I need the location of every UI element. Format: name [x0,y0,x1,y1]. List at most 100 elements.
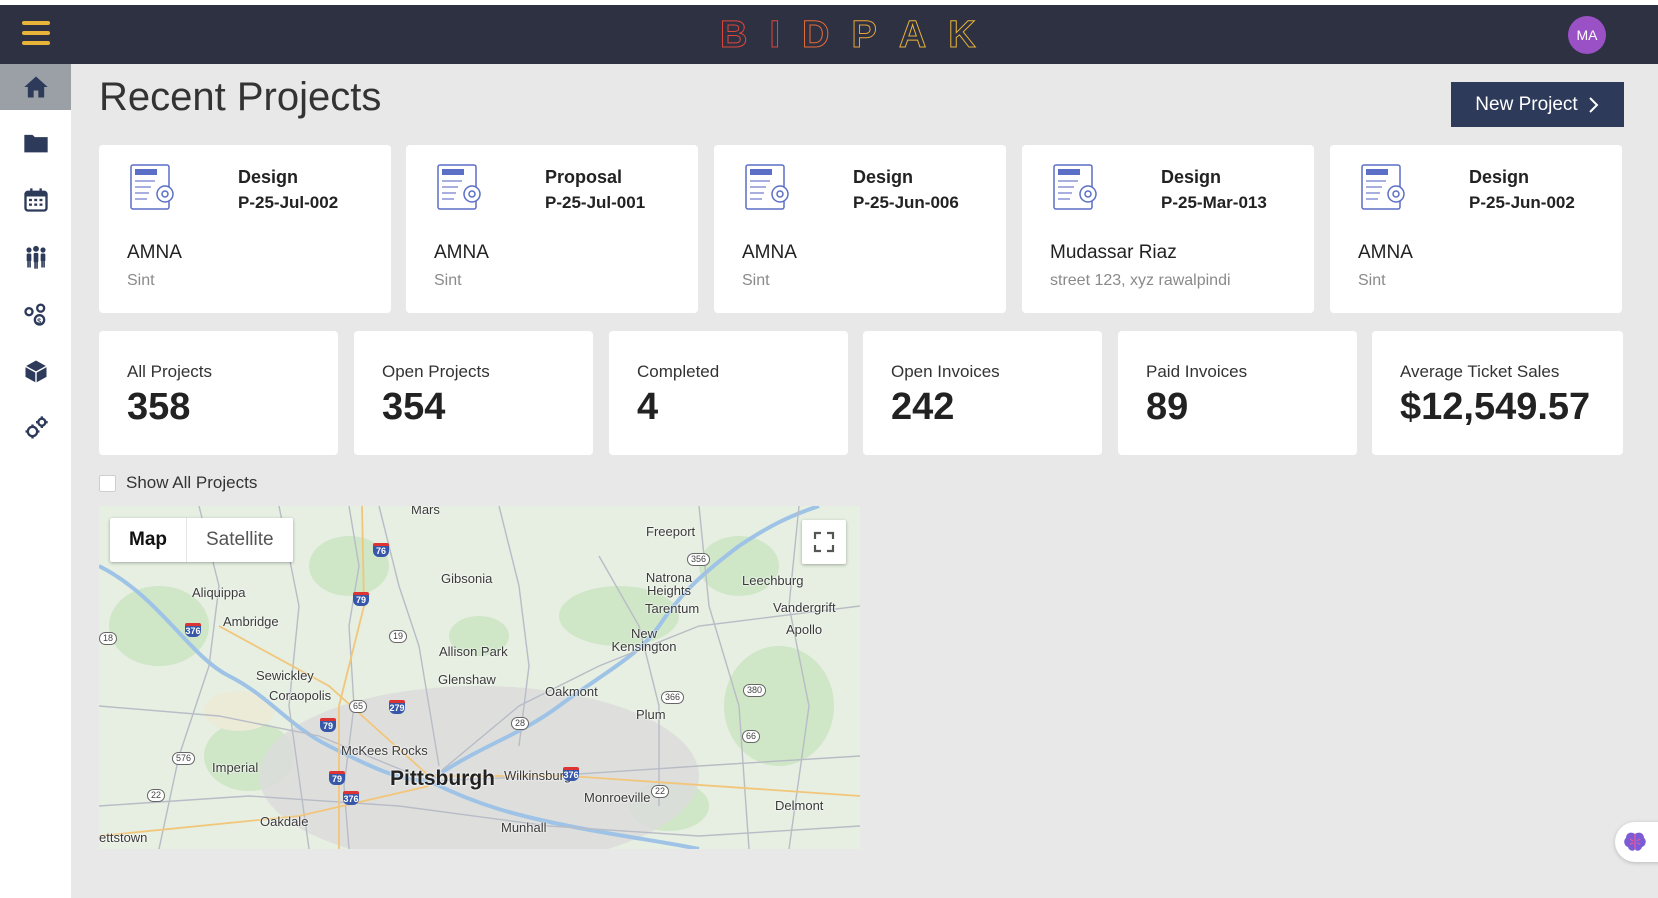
project-card[interactable]: Design P-25-Jun-006 AMNA Sint [714,145,1006,313]
money-cog-icon: $ [23,303,45,326]
project-code: P-25-Jun-006 [853,193,959,212]
route-marker: 356 [687,553,711,566]
new-project-button[interactable]: New Project [1451,82,1624,127]
logo-letter: A [898,13,927,56]
route-shield: 279 [389,700,405,714]
project-address: Sint [1358,272,1386,289]
map-place-label: Plum [636,707,666,722]
map-type-map[interactable]: Map [110,518,186,562]
map-place-label: Natrona Heights [645,570,693,598]
stat-card-open-projects[interactable]: Open Projects 354 [354,331,593,455]
map-place-label: Aliquippa [192,585,246,600]
projects-map[interactable]: Mars Freeport Gibsonia Aliquippa Natrona… [99,506,860,849]
calendar-icon [23,188,48,212]
sidebar-item-settings[interactable] [0,405,71,451]
stat-card-completed[interactable]: Completed 4 [609,331,848,455]
map-place-label: Coraopolis [269,688,332,703]
map-place-label: Mars [411,506,440,517]
map-place-label: Apollo [786,622,823,637]
logo-letter: K [948,13,976,56]
project-code: P-25-Jun-002 [1469,193,1575,212]
project-code: P-25-Jul-001 [545,193,646,212]
logo-letter: P [851,13,877,56]
stat-label: Open Projects [382,362,490,381]
map-type-satellite[interactable]: Satellite [186,518,293,562]
project-client: AMNA [127,242,182,263]
sidebar-item-home[interactable] [0,64,71,110]
page-title: Recent Projects [99,75,382,119]
map-place-label: New Kensington [611,626,677,654]
project-address: Sint [127,272,155,289]
stat-label: Completed [637,362,720,381]
route-marker: 65 [349,700,368,713]
project-document-icon [1053,164,1097,210]
stat-label: Average Ticket Sales [1400,362,1560,381]
project-client: AMNA [1358,242,1413,263]
route-shield: 79 [353,592,369,606]
hamburger-icon[interactable] [22,21,54,47]
map-place-label: Monroeville [584,790,651,805]
brand-logo[interactable]: B I D P A K [719,13,976,57]
project-address: street 123, xyz rawalpindi [1050,272,1231,289]
sidebar-item-projects[interactable] [0,120,71,166]
map-place-label: McKees Rocks [341,743,428,758]
stat-card-all-projects[interactable]: All Projects 358 [99,331,338,455]
route-shield: 79 [329,771,345,785]
route-marker: 28 [511,717,530,730]
sidebar-item-calendar[interactable] [0,177,71,223]
sidebar-item-finance[interactable]: $ [0,291,71,337]
logo-letter: I [769,13,781,56]
gears-icon [25,416,48,439]
route-marker: 380 [743,684,767,697]
project-type: Design [1469,167,1530,187]
project-card[interactable]: Design P-25-Mar-013 Mudassar Riaz street… [1022,145,1314,313]
user-avatar[interactable]: MA [1568,16,1606,54]
route-marker: 66 [742,730,761,743]
map-place-label: Glenshaw [438,672,496,687]
map-place-label: Wilkinsburg [504,768,572,783]
route-shield: 376 [343,791,359,805]
stat-card-average-ticket-sales[interactable]: Average Ticket Sales $12,549.57 [1372,331,1623,455]
project-address: Sint [742,272,770,289]
stat-label: All Projects [127,362,213,381]
assistant-launcher[interactable] [1615,822,1658,862]
route-marker: 22 [147,789,166,802]
project-document-icon [130,164,174,210]
app-frame: B I D P A K MA $ Recent Projects New Pro… [0,5,1658,898]
sidebar-item-team[interactable] [0,234,71,280]
map-place-label: Vandergrift [773,600,836,615]
project-code: P-25-Mar-013 [1161,193,1267,212]
fullscreen-button[interactable] [802,520,846,564]
project-client: Mudassar Riaz [1050,242,1177,263]
stat-label: Open Invoices [891,362,1000,381]
top-navbar: B I D P A K MA [0,5,1658,64]
map-type-toggle: Map Satellite [110,518,293,562]
map-place-label: Ambridge [223,614,279,629]
map-place-label: ettstown [99,830,148,845]
project-card[interactable]: Design P-25-Jun-002 AMNA Sint [1330,145,1622,313]
stat-card-paid-invoices[interactable]: Paid Invoices 89 [1118,331,1357,455]
show-all-label: Show All Projects [126,473,258,492]
brain-icon [1624,832,1646,851]
stat-card-open-invoices[interactable]: Open Invoices 242 [863,331,1102,455]
map-place-label: Sewickley [256,668,314,683]
map-place-label: Freeport [646,524,696,539]
route-marker: 22 [651,785,670,798]
map-city-label: Pittsburgh [390,767,495,790]
project-document-icon [437,164,481,210]
new-project-label: New Project [1475,93,1578,115]
show-all-checkbox[interactable] [99,474,116,492]
map-place-label: Imperial [212,760,259,775]
route-marker: 366 [661,691,685,704]
project-card[interactable]: Proposal P-25-Jul-001 AMNA Sint [406,145,698,313]
show-all-projects-toggle[interactable]: Show All Projects [99,473,257,493]
project-type: Design [853,167,914,187]
sidebar-item-products[interactable] [0,348,71,394]
route-marker: 18 [99,632,118,645]
home-icon [23,76,48,98]
map-place-label: Munhall [501,820,547,835]
map-place-label: Leechburg [742,573,804,588]
stat-value: 242 [891,386,955,428]
project-code: P-25-Jul-002 [238,193,339,212]
project-card[interactable]: Design P-25-Jul-002 AMNA Sint [99,145,391,313]
